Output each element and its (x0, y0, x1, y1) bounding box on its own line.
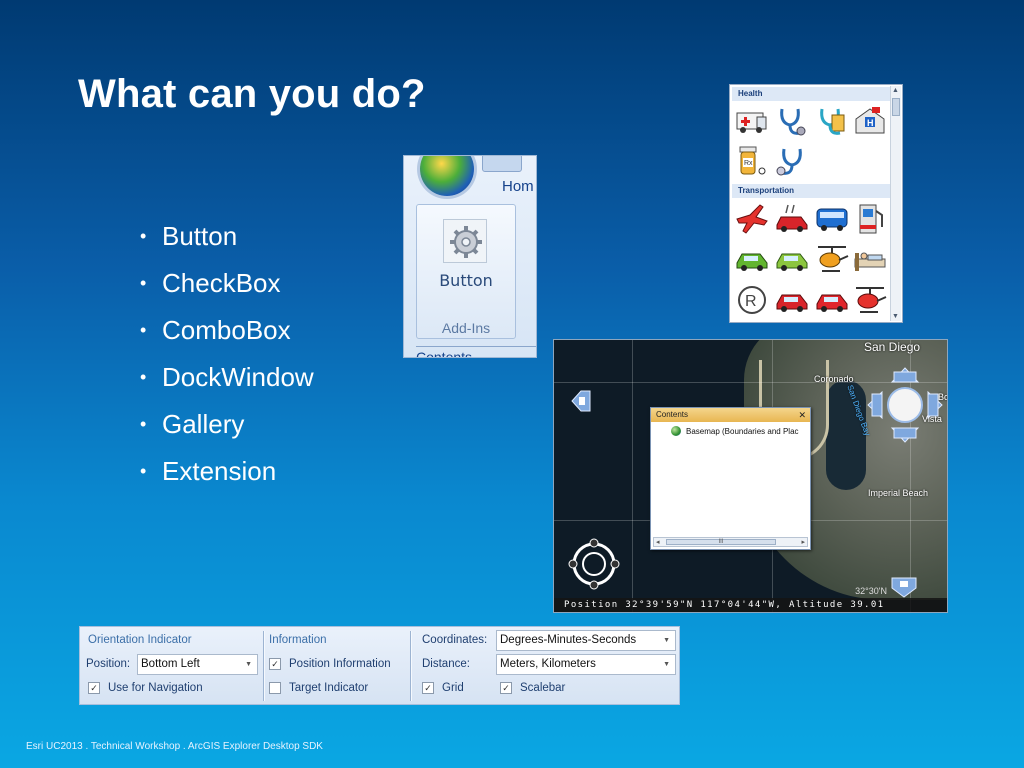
display-options-ribbon: Orientation Indicator Position: Bottom L… (79, 626, 680, 705)
registered-icon[interactable]: R (734, 282, 770, 318)
use-for-navigation-checkbox[interactable]: ✓ Use for Navigation (88, 682, 203, 694)
checkbox-icon[interactable]: ✓ (422, 682, 434, 694)
scroll-right-icon[interactable]: ▸ (801, 538, 805, 546)
hospital-icon[interactable]: H (852, 103, 888, 139)
list-item: • CheckBox (140, 268, 281, 298)
position-status-bar: Position 32°39'59"N 117°04'44"W, Altitud… (554, 598, 947, 612)
checkbox-icon[interactable]: ✓ (500, 682, 512, 694)
add-in-button-label[interactable]: Button (417, 271, 515, 290)
information-group: Information ✓ Position Information Targe… (264, 627, 410, 704)
chevron-down-icon: ▼ (245, 661, 252, 668)
feature-list: • Button • CheckBox • ComboBox • DockWindow … (140, 218, 314, 500)
group-label: Add-Ins (441, 320, 491, 336)
stethoscope-icon[interactable] (774, 143, 810, 179)
orientation-indicator-icon[interactable] (568, 538, 620, 590)
gallery-section-transportation: Transportation (732, 184, 890, 198)
application-orb-icon[interactable] (420, 156, 474, 196)
position-dropdown[interactable]: Bottom Left ▼ (137, 654, 258, 675)
list-item: • Extension (140, 456, 277, 486)
slide-title: What can you do? (78, 72, 426, 116)
checkbox-icon[interactable]: ✓ (269, 658, 281, 670)
contents-titlebar[interactable]: Contents ✕ (651, 408, 810, 422)
horizontal-scrollbar[interactable]: ◂ III ▸ (653, 537, 808, 547)
checkbox-icon[interactable]: ✓ (88, 682, 100, 694)
svg-text:Rx: Rx (744, 160, 753, 167)
svg-text:R: R (745, 293, 757, 310)
map-label-city: San Diego (864, 340, 921, 354)
position-information-checkbox[interactable]: ✓ Position Information (269, 658, 391, 670)
scalebar-checkbox[interactable]: ✓ Scalebar (500, 682, 565, 694)
car-rental-icon[interactable] (774, 201, 810, 237)
gallery-section-health: Health (732, 87, 890, 101)
list-item: • ComboBox (140, 315, 291, 345)
globe-icon (671, 426, 681, 436)
navigation-control-icon[interactable] (866, 366, 944, 444)
car-icon[interactable] (774, 282, 810, 318)
coordinates-group: Coordinates: Degrees-Minutes-Seconds ▼ D… (412, 627, 679, 704)
pharmacy-icon[interactable]: Rx (734, 143, 770, 179)
distance-dropdown[interactable]: Meters, Kilometers ▼ (496, 654, 676, 675)
car-icon[interactable] (734, 241, 770, 277)
gear-icon[interactable] (443, 219, 487, 263)
svg-text:H: H (867, 118, 874, 128)
latitude-label: 32°30'N (855, 586, 887, 596)
add-ins-group: Button Add-Ins (416, 204, 516, 339)
coordinates-label: Coordinates: (422, 634, 488, 646)
bus-icon[interactable] (814, 201, 850, 237)
distance-label: Distance: (422, 658, 470, 670)
target-indicator-checkbox[interactable]: Target Indicator (269, 682, 368, 694)
car-icon[interactable] (774, 241, 810, 277)
chevron-down-icon: ▼ (663, 661, 670, 668)
chevron-down-icon: ▼ (663, 637, 670, 644)
map-label-coronado: Coronado (814, 374, 854, 384)
layer-item[interactable]: Basemap (Boundaries and Plac (671, 426, 810, 436)
stethoscope-icon[interactable] (774, 103, 810, 139)
quick-access-button[interactable] (482, 156, 522, 172)
ribbon-screenshot: Hom Button Add-Ins Contents (403, 155, 537, 358)
symbol-gallery: Health H Rx Transportation R ▲ ▼ (729, 84, 903, 323)
scroll-thumb[interactable]: III (666, 539, 776, 545)
grid-checkbox[interactable]: ✓ Grid (422, 682, 464, 694)
slide-footer: Esri UC2013 . Technical Workshop . ArcGI… (26, 741, 323, 752)
position-label: Position: (86, 658, 131, 670)
pan-down-icon[interactable] (890, 576, 918, 598)
scroll-up-icon[interactable]: ▲ (892, 87, 899, 94)
checkbox-icon[interactable] (269, 682, 281, 694)
gallery-scrollbar[interactable]: ▲ ▼ (890, 86, 901, 321)
ambulance-icon[interactable] (734, 103, 770, 139)
list-item: • DockWindow (140, 362, 314, 392)
lodging-icon[interactable] (852, 241, 888, 277)
gas-station-icon[interactable] (852, 201, 888, 237)
list-item: • Button (140, 221, 238, 251)
scroll-down-icon[interactable]: ▼ (892, 313, 899, 320)
group-header: Orientation Indicator (88, 634, 192, 646)
car-icon[interactable] (814, 282, 850, 318)
stethoscope-icon[interactable] (814, 103, 850, 139)
scroll-thumb[interactable] (892, 98, 900, 116)
map-view[interactable]: San Diego Coronado San Diego Bay Vista B… (553, 339, 948, 613)
coordinates-dropdown[interactable]: Degrees-Minutes-Seconds ▼ (496, 630, 676, 651)
contents-dock-window[interactable]: Contents ✕ Basemap (Boundaries and Plac … (650, 407, 811, 550)
map-label-imperial: Imperial Beach (868, 488, 929, 498)
scroll-left-icon[interactable]: ◂ (656, 538, 660, 546)
pan-left-icon[interactable] (570, 388, 592, 414)
tab-home[interactable]: Hom (502, 178, 534, 195)
list-item: • Gallery (140, 409, 245, 439)
close-icon[interactable]: ✕ (798, 408, 806, 422)
heliport-icon[interactable] (852, 282, 888, 318)
heliport-icon[interactable] (814, 241, 850, 277)
group-header: Information (269, 634, 327, 646)
contents-label: Contents (416, 346, 536, 357)
orientation-indicator-group: Orientation Indicator Position: Bottom L… (80, 627, 263, 704)
airport-icon[interactable] (734, 201, 770, 237)
